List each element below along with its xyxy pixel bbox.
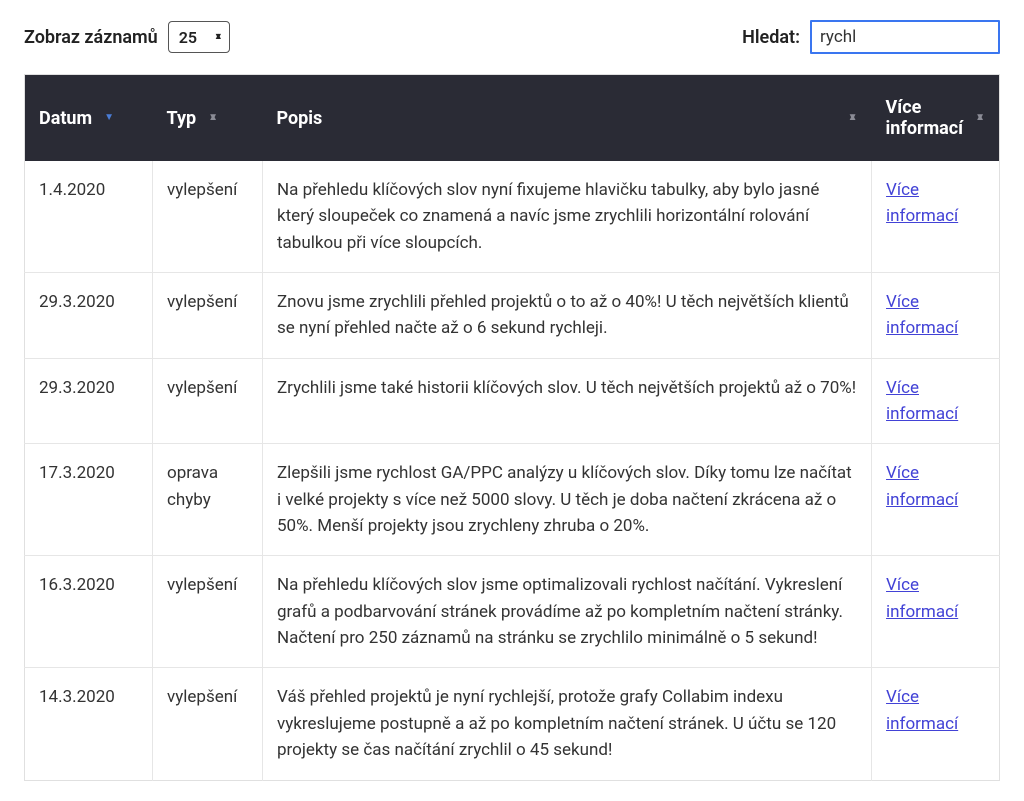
- cell-vice: Více informací: [872, 358, 1000, 444]
- more-info-link[interactable]: Více informací: [886, 463, 958, 509]
- cell-typ: vylepšení: [153, 668, 263, 780]
- search-label: Hledat:: [742, 27, 800, 48]
- table-row: 1.4.2020vylepšeníNa přehledu klíčových s…: [25, 161, 1000, 273]
- cell-vice: Více informací: [872, 444, 1000, 556]
- cell-datum: 1.4.2020: [25, 161, 153, 273]
- header-typ-label: Typ: [167, 108, 197, 129]
- records-select[interactable]: 25 ▲ ▼: [168, 21, 230, 53]
- more-info-link[interactable]: Více informací: [886, 180, 958, 226]
- cell-popis: Váš přehled projektů je nyní rychlejší, …: [263, 668, 872, 780]
- table-row: 16.3.2020vylepšeníNa přehledu klíčových …: [25, 556, 1000, 668]
- table-row: 29.3.2020vylepšeníZnovu jsme zrychlili p…: [25, 273, 1000, 359]
- cell-popis: Na přehledu klíčových slov jsme optimali…: [263, 556, 872, 668]
- header-popis-label: Popis: [277, 108, 323, 129]
- cell-typ: vylepšení: [153, 161, 263, 273]
- cell-popis: Znovu jsme zrychlili přehled projektů o …: [263, 273, 872, 359]
- cell-datum: 29.3.2020: [25, 273, 153, 359]
- cell-typ: vylepšení: [153, 273, 263, 359]
- cell-typ: oprava chyby: [153, 444, 263, 556]
- cell-vice: Více informací: [872, 556, 1000, 668]
- cell-vice: Více informací: [872, 161, 1000, 273]
- cell-datum: 29.3.2020: [25, 358, 153, 444]
- more-info-link[interactable]: Více informací: [886, 292, 958, 338]
- search-input[interactable]: [810, 20, 1000, 54]
- header-vice-label: Více informací: [886, 97, 964, 139]
- cell-popis: Zlepšili jsme rychlost GA/PPC analýzy u …: [263, 444, 872, 556]
- cell-datum: 14.3.2020: [25, 668, 153, 780]
- table-row: 14.3.2020vylepšeníVáš přehled projektů j…: [25, 668, 1000, 780]
- cell-vice: Více informací: [872, 668, 1000, 780]
- table-row: 17.3.2020oprava chybyZlepšili jsme rychl…: [25, 444, 1000, 556]
- more-info-link[interactable]: Více informací: [886, 378, 958, 424]
- cell-popis: Na přehledu klíčových slov nyní fixujeme…: [263, 161, 872, 273]
- more-info-link[interactable]: Více informací: [886, 687, 958, 733]
- cell-datum: 17.3.2020: [25, 444, 153, 556]
- records-label: Zobraz záznamů: [24, 27, 158, 48]
- header-datum[interactable]: Datum ▲ ▼: [25, 75, 153, 162]
- header-typ[interactable]: Typ ▲ ▼: [153, 75, 263, 162]
- records-value: 25: [179, 28, 197, 47]
- table-row: 29.3.2020vylepšeníZrychlili jsme také hi…: [25, 358, 1000, 444]
- records-control: Zobraz záznamů 25 ▲ ▼: [24, 21, 230, 53]
- cell-datum: 16.3.2020: [25, 556, 153, 668]
- table-controls: Zobraz záznamů 25 ▲ ▼ Hledat:: [24, 20, 1000, 54]
- cell-popis: Zrychlili jsme také historii klíčových s…: [263, 358, 872, 444]
- header-vice[interactable]: Více informací ▲ ▼: [872, 75, 1000, 162]
- header-popis[interactable]: Popis ▲ ▼: [263, 75, 872, 162]
- more-info-link[interactable]: Více informací: [886, 575, 958, 621]
- cell-typ: vylepšení: [153, 358, 263, 444]
- cell-vice: Více informací: [872, 273, 1000, 359]
- search-control: Hledat:: [742, 20, 1000, 54]
- header-datum-label: Datum: [39, 108, 92, 129]
- cell-typ: vylepšení: [153, 556, 263, 668]
- changelog-table: Datum ▲ ▼ Typ ▲ ▼ Popis: [24, 74, 1000, 781]
